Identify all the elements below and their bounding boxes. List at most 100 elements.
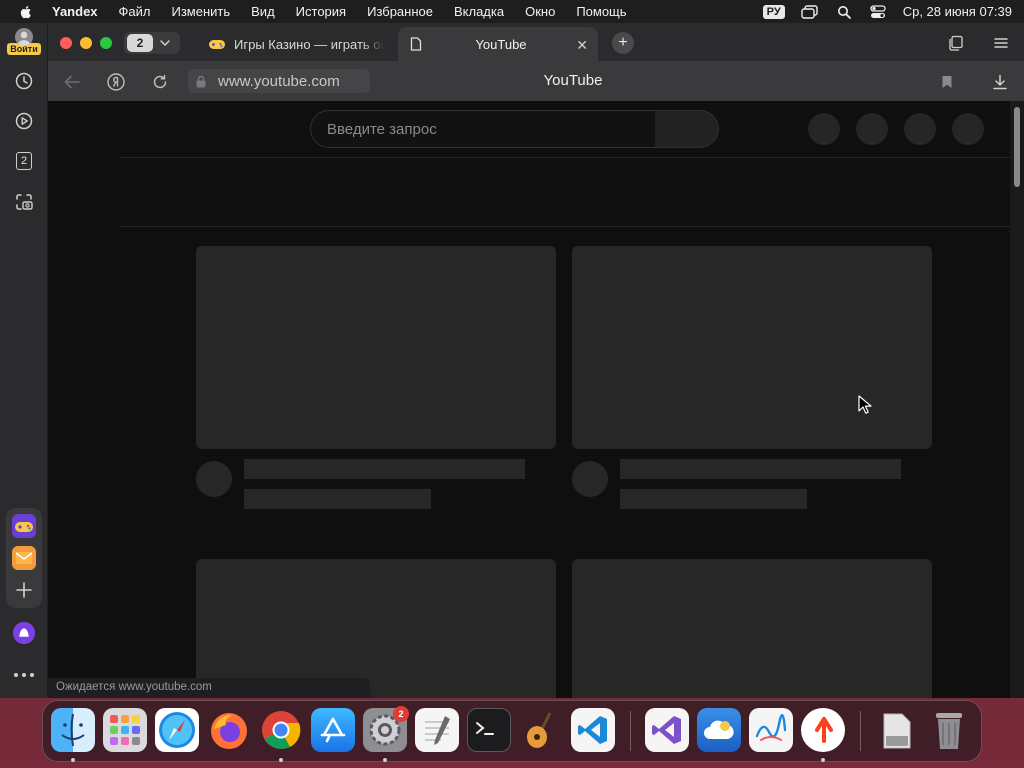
downloads-icon[interactable] — [989, 71, 1011, 93]
games-favicon-icon — [209, 40, 225, 49]
terminal-icon[interactable] — [467, 708, 511, 752]
yandex-browser-icon[interactable] — [801, 708, 845, 752]
sidebar-tabs-button[interactable]: 2 — [12, 149, 36, 173]
yandex-home-icon[interactable] — [105, 71, 127, 93]
dock-separator — [860, 711, 861, 751]
tab-youtube[interactable]: YouTube ✕ — [398, 27, 598, 61]
apple-logo-icon[interactable] — [18, 4, 34, 20]
menu-help[interactable]: Помощь — [576, 4, 626, 19]
media-play-icon[interactable] — [12, 109, 36, 133]
downloads-stack-icon[interactable] — [875, 708, 919, 752]
more-options-icon[interactable] — [12, 663, 36, 687]
menu-window[interactable]: Окно — [525, 4, 555, 19]
add-app-icon[interactable] — [12, 578, 36, 602]
page-title: YouTube — [543, 72, 603, 89]
skeleton-avatar[interactable] — [952, 113, 984, 145]
macos-menu-bar: Yandex Файл Изменить Вид История Избранн… — [0, 0, 1024, 23]
visual-studio-icon[interactable] — [645, 708, 689, 752]
search-input[interactable]: Введите запрос — [310, 110, 656, 148]
firefox-icon[interactable] — [207, 708, 251, 752]
sidebar-apps-panel — [6, 508, 42, 608]
hamburger-menu-icon[interactable] — [991, 33, 1011, 53]
notification-badge: 2 — [393, 706, 409, 722]
search-placeholder: Введите запрос — [327, 120, 437, 138]
skeleton-icon-button[interactable] — [808, 113, 840, 145]
safari-icon[interactable] — [155, 708, 199, 752]
menu-tab[interactable]: Вкладка — [454, 4, 504, 19]
video-meta-placeholder — [244, 489, 431, 509]
video-thumbnail-placeholder[interactable] — [572, 559, 932, 698]
screenshot-icon[interactable] — [12, 190, 36, 214]
window-switcher-icon[interactable] — [801, 4, 819, 19]
search-button[interactable] — [655, 110, 719, 148]
skeleton-icon-button[interactable] — [904, 113, 936, 145]
chrome-icon[interactable] — [259, 708, 303, 752]
running-indicator — [71, 758, 75, 762]
spotlight-search-icon[interactable] — [835, 5, 853, 19]
tab-title: Игры Казино — играть онлайн — [234, 36, 384, 52]
window-close-button[interactable] — [60, 37, 72, 49]
vscode-icon[interactable] — [571, 708, 615, 752]
window-zoom-button[interactable] — [100, 37, 112, 49]
garageband-icon[interactable] — [519, 708, 563, 752]
dock-separator — [630, 711, 631, 751]
games-app-icon[interactable] — [12, 514, 36, 538]
menu-edit[interactable]: Изменить — [172, 4, 231, 19]
collections-icon[interactable] — [946, 33, 966, 53]
input-language-indicator[interactable]: РУ — [762, 4, 785, 19]
alice-assistant-icon[interactable] — [12, 621, 36, 645]
browser-window: Войти 2 2 Игры Казино — играть о YouTube… — [0, 23, 1024, 698]
menu-bookmarks[interactable]: Избранное — [367, 4, 433, 19]
mail-app-icon[interactable] — [12, 546, 36, 570]
lock-icon[interactable] — [196, 75, 206, 88]
tab-close-icon[interactable]: ✕ — [576, 37, 588, 54]
profile-avatar-icon — [15, 28, 33, 46]
app-store-icon[interactable] — [311, 708, 355, 752]
menu-bar-clock[interactable]: Ср, 28 июня 07:39 — [903, 4, 1012, 19]
address-bar: www.youtube.com YouTube — [48, 61, 1024, 101]
video-title-placeholder — [620, 459, 901, 479]
menu-view[interactable]: Вид — [251, 4, 275, 19]
window-minimize-button[interactable] — [80, 37, 92, 49]
launchpad-icon[interactable] — [103, 708, 147, 752]
running-indicator — [383, 758, 387, 762]
url-field[interactable]: www.youtube.com — [188, 69, 370, 93]
video-thumbnail-placeholder[interactable] — [572, 246, 932, 449]
tab-casino-games[interactable]: Игры Казино — играть онлайн — [198, 27, 388, 61]
tab-strip: 2 Игры Казино — играть онлайн YouTube ✕ … — [48, 23, 1024, 61]
video-title-placeholder — [244, 459, 525, 479]
url-text: www.youtube.com — [218, 72, 340, 90]
tab-group-count: 2 — [127, 34, 153, 52]
icloud-icon[interactable] — [697, 708, 741, 752]
reload-icon[interactable] — [149, 71, 171, 93]
chips-divider — [120, 226, 1010, 227]
channel-avatar-placeholder — [196, 461, 232, 497]
macos-dock: 2 — [42, 700, 982, 762]
bookmark-icon[interactable] — [936, 71, 958, 93]
login-button[interactable]: Войти — [6, 28, 42, 58]
textedit-icon[interactable] — [415, 708, 459, 752]
history-icon[interactable] — [12, 69, 36, 93]
control-center-icon[interactable] — [869, 4, 887, 19]
page-scrollbar[interactable] — [1010, 101, 1024, 698]
header-divider — [120, 157, 1010, 158]
back-arrow-icon[interactable] — [61, 71, 83, 93]
running-indicator — [821, 758, 825, 762]
trash-icon[interactable] — [927, 708, 971, 752]
video-thumbnail-placeholder[interactable] — [196, 246, 556, 449]
finder-icon[interactable] — [51, 708, 95, 752]
sidebar-tab-count: 2 — [16, 152, 32, 170]
status-bar-text: Ожидается www.youtube.com — [48, 678, 370, 698]
running-indicator — [279, 758, 283, 762]
tab-title: YouTube — [475, 36, 527, 52]
page-favicon-icon — [410, 37, 422, 51]
freeform-icon[interactable] — [749, 708, 793, 752]
scrollbar-thumb[interactable] — [1014, 107, 1020, 187]
skeleton-icon-button[interactable] — [856, 113, 888, 145]
tab-group-button[interactable]: 2 — [124, 32, 180, 54]
menu-app-name[interactable]: Yandex — [52, 4, 98, 19]
new-tab-button[interactable]: + — [612, 32, 634, 54]
menu-file[interactable]: Файл — [119, 4, 151, 19]
menu-history[interactable]: История — [296, 4, 346, 19]
video-meta-placeholder — [620, 489, 807, 509]
